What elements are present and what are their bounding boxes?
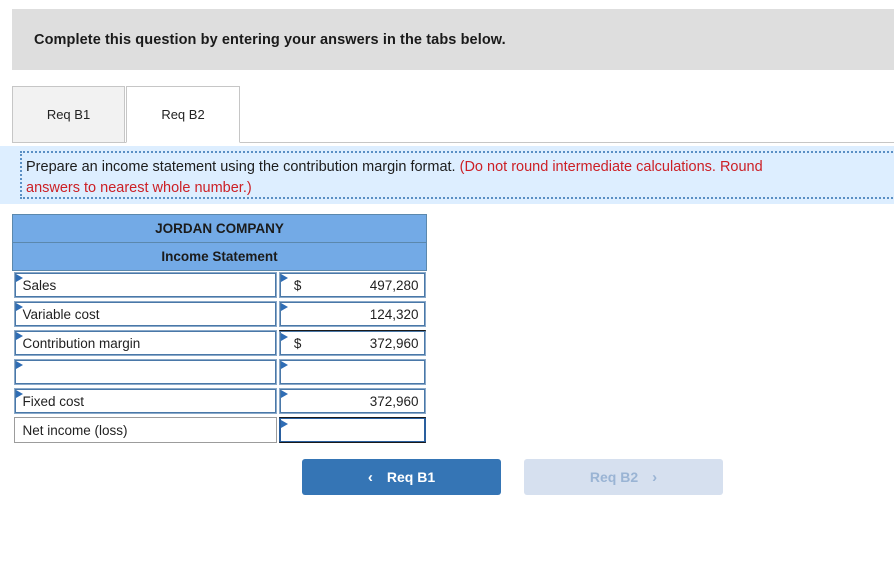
label-input-fixed-cost[interactable]: Fixed cost (13, 388, 277, 414)
label-input-variable-cost[interactable]: Variable cost (13, 301, 277, 327)
currency-symbol: $ (293, 277, 302, 293)
label-input-blank[interactable] (13, 359, 277, 385)
value-input-variable-cost-value: 124,320 (369, 306, 419, 322)
prev-req-b1-label: Req B1 (386, 469, 436, 485)
instruction-line1-red: (Do not round intermediate calculations.… (459, 159, 763, 175)
currency-symbol: $ (293, 336, 302, 351)
label-input-contribution-margin[interactable]: Contribution margin (13, 330, 277, 356)
cell-marker-icon (15, 274, 23, 283)
table-header-title-row: Income Statement (12, 242, 427, 271)
label-input-fixed-cost-value: Fixed cost (22, 393, 85, 409)
cell-marker-icon (280, 303, 288, 311)
value-input-contribution-margin[interactable]: $ 372,960 (278, 330, 426, 356)
row-value-cell: $ 497,280 (278, 271, 427, 300)
tab-req-b1[interactable]: Req B1 (12, 86, 125, 143)
cell-marker-icon (15, 361, 23, 369)
row-label-cell: Fixed cost (13, 387, 278, 416)
cell-marker-icon (15, 332, 23, 340)
table-row: Contribution margin $ 372,960 (13, 329, 427, 358)
row-value-cell: 124,320 (278, 300, 427, 329)
cell-marker-icon (280, 420, 288, 428)
value-input-contribution-margin-value: 372,960 (369, 336, 419, 351)
row-value-cell: 372,960 (278, 387, 427, 416)
label-static-net-income: Net income (loss) (13, 417, 277, 443)
tab-req-b2[interactable]: Req B2 (126, 86, 240, 143)
label-input-sales[interactable]: Sales (13, 272, 277, 299)
value-input-sales-value: 497,280 (369, 277, 419, 293)
banner-text: Complete this question by entering your … (34, 31, 506, 48)
tab-req-b2-label: Req B2 (161, 107, 205, 122)
table-row: Fixed cost 372,960 (13, 387, 427, 416)
row-label-cell: Sales (13, 271, 278, 300)
table-header-company-row: JORDAN COMPANY (12, 214, 427, 243)
instruction-line1-plain: Prepare an income statement using the co… (26, 159, 460, 175)
row-value-cell (278, 416, 427, 445)
row-label-cell (13, 358, 278, 387)
table-row: Variable cost 124,320 (13, 300, 427, 329)
value-input-blank[interactable] (278, 359, 426, 385)
label-input-contribution-margin-value: Contribution margin (22, 335, 141, 351)
tab-req-b1-label: Req B1 (46, 107, 91, 122)
instruction-line2-red: answers to nearest whole number.) (26, 180, 252, 196)
table-row: Net income (loss) (13, 416, 427, 445)
cell-marker-icon (15, 303, 23, 311)
next-req-b2-label: Req B2 (589, 469, 639, 485)
question-page: Complete this question by entering your … (0, 0, 894, 574)
tab-strip: Req B1 Req B2 (12, 86, 894, 144)
row-label-cell: Contribution margin (13, 329, 278, 358)
table-row (13, 358, 427, 387)
value-input-sales[interactable]: $ 497,280 (278, 272, 426, 299)
question-banner: Complete this question by entering your … (12, 9, 894, 70)
instruction-text: Prepare an income statement using the co… (26, 157, 894, 197)
label-input-variable-cost-value: Variable cost (22, 306, 100, 322)
instruction-panel: Prepare an income statement using the co… (0, 146, 894, 204)
row-value-cell (278, 358, 427, 387)
next-req-b2-button[interactable]: Req B2 › (524, 459, 723, 495)
statement-title-header: Income Statement (12, 242, 427, 271)
cell-marker-icon (280, 274, 288, 283)
cell-marker-icon (280, 333, 288, 341)
instruction-dotted-box: Prepare an income statement using the co… (20, 151, 894, 199)
cell-marker-icon (280, 390, 288, 398)
value-input-fixed-cost-value: 372,960 (369, 393, 419, 409)
income-statement-table: JORDAN COMPANY Income Statement Sales $ … (12, 214, 427, 445)
row-label-cell: Net income (loss) (13, 416, 278, 445)
label-static-net-income-value: Net income (loss) (22, 422, 128, 438)
chevron-right-icon: › (652, 468, 658, 486)
value-input-fixed-cost[interactable]: 372,960 (278, 388, 426, 414)
prev-req-b1-button[interactable]: ‹ Req B1 (302, 459, 501, 495)
cell-marker-icon (280, 361, 288, 369)
row-label-cell: Variable cost (13, 300, 278, 329)
value-input-variable-cost[interactable]: 124,320 (278, 301, 426, 327)
company-name-header: JORDAN COMPANY (12, 214, 427, 243)
value-input-net-income[interactable] (278, 417, 426, 443)
cell-marker-icon (15, 390, 23, 398)
row-value-cell: $ 372,960 (278, 329, 427, 358)
chevron-left-icon: ‹ (367, 468, 373, 486)
table-row: Sales $ 497,280 (13, 271, 427, 300)
